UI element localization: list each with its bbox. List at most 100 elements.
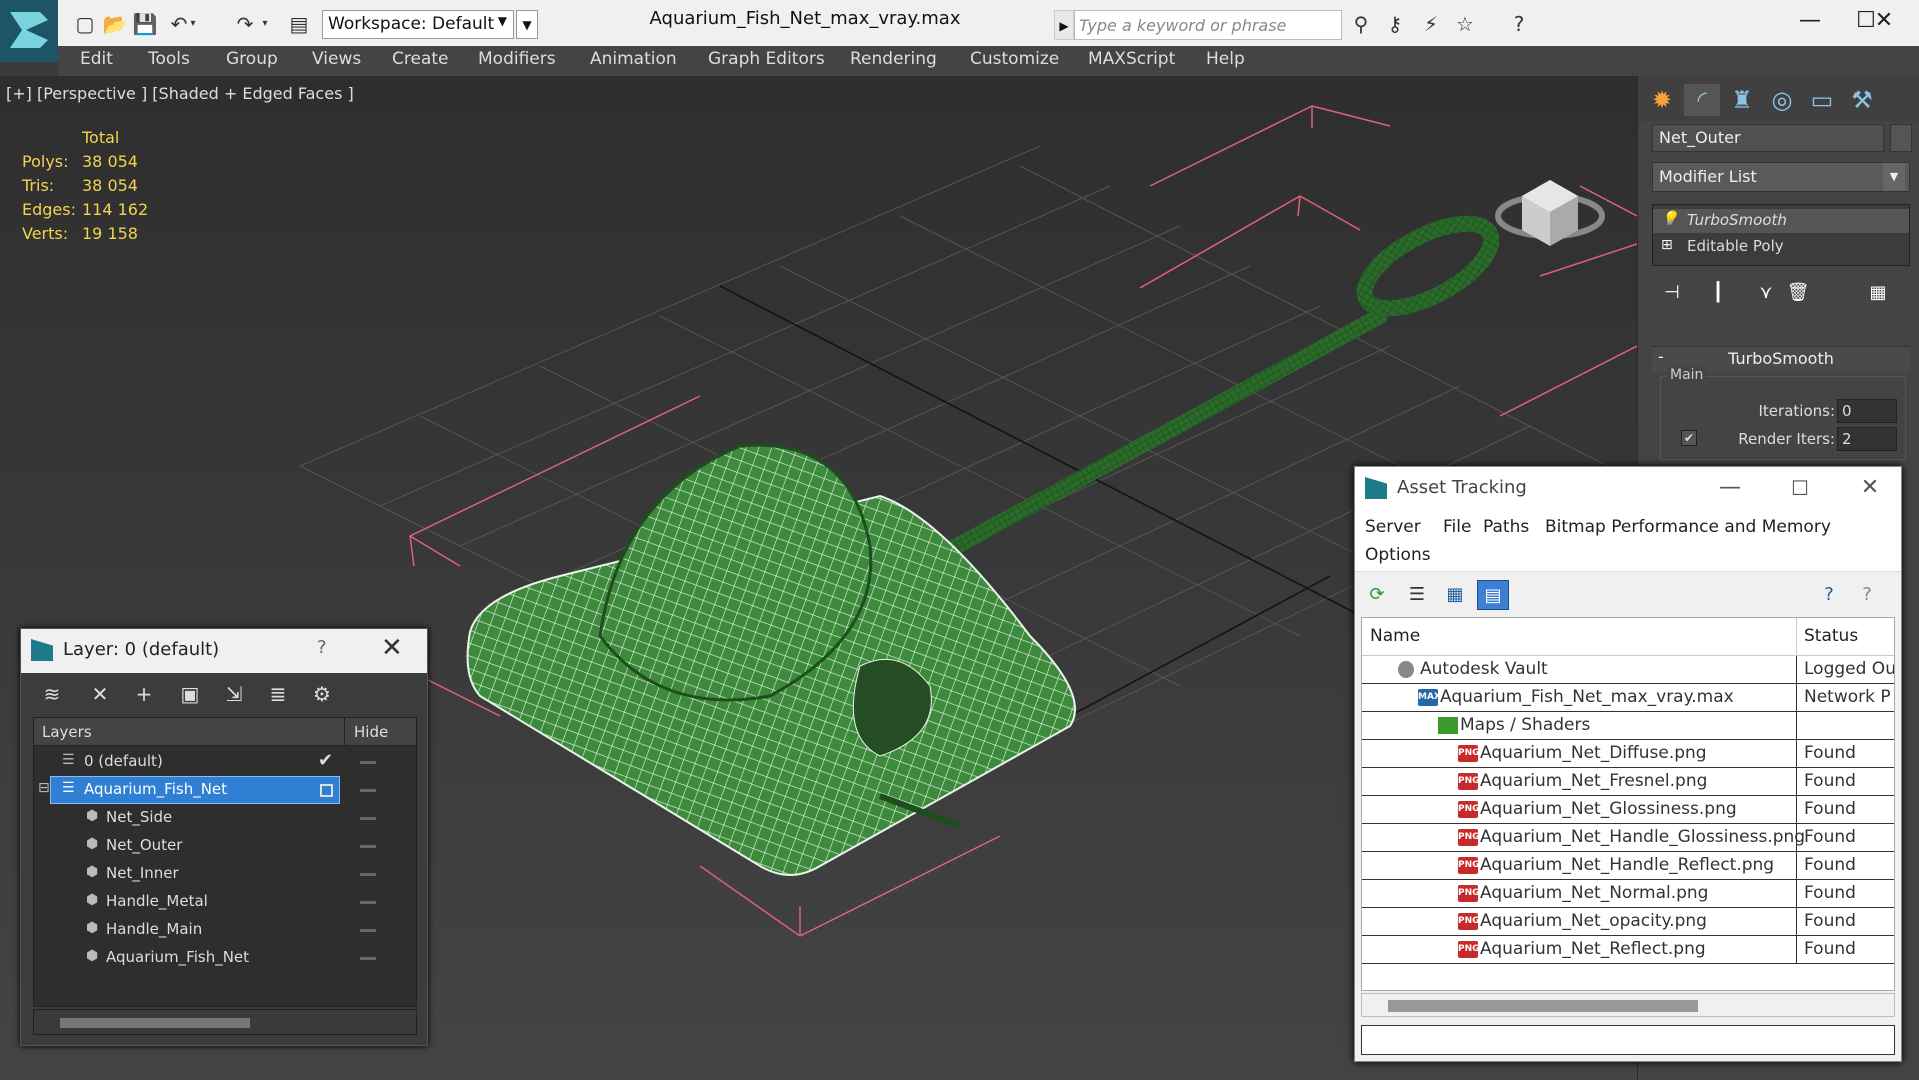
search-expand-button[interactable]: ▶ [1054,10,1074,40]
pin-stack-icon[interactable]: ⊣ [1656,278,1688,308]
modifier-list-dropdown[interactable]: Modifier List ▼ [1652,162,1910,192]
col-hide[interactable]: Hide [354,723,388,741]
hide-toggle[interactable] [360,845,376,848]
hide-toggle[interactable] [360,817,376,820]
menu-graph-editors[interactable]: Graph Editors [708,49,825,69]
create-layer-icon[interactable]: ≋ [37,679,67,709]
set-current-layer-icon[interactable]: ⚙ [307,679,337,709]
menu-tools[interactable]: Tools [148,49,190,69]
menu-rendering[interactable]: Rendering [850,49,937,69]
create-tab-icon[interactable]: ✹ [1644,84,1680,116]
column-divider[interactable] [344,718,345,746]
utilities-tab-icon[interactable]: ⚒ [1844,84,1880,116]
layer-object-row[interactable]: ⬢ Aquarium_Fish_Net [34,944,416,972]
horizontal-scrollbar[interactable] [33,1009,417,1035]
options-help-icon[interactable]: ? [1851,580,1883,610]
horizontal-scrollbar[interactable] [1361,993,1895,1017]
asset-path-field[interactable] [1361,1025,1895,1055]
current-layer-check-icon[interactable]: ✔ [318,750,333,771]
workspace-dropdown[interactable]: Workspace: Default ▼ [322,10,514,39]
asset-row[interactable]: PNG Aquarium_Net_Handle_Glossiness.png F… [1362,824,1894,852]
communication-center-icon[interactable]: ⚡ [1418,11,1444,37]
menu-bitmap-performance[interactable]: Bitmap Performance and Memory [1545,517,1831,537]
object-name-field[interactable]: Net_Outer [1652,124,1884,152]
display-tab-icon[interactable]: ▭ [1804,84,1840,116]
stack-item-turbosmooth[interactable]: 💡 TurboSmooth [1653,209,1909,233]
layer-dialog-titlebar[interactable]: Layer: 0 (default) ? ✕ [21,629,427,673]
hide-toggle[interactable] [360,957,376,960]
close-button[interactable]: ✕ [381,633,403,663]
layer-row[interactable]: ☰ 0 (default) ✔ [34,748,416,776]
asset-row[interactable]: PNG Aquarium_Net_Reflect.png Found [1362,936,1894,964]
thumbnail-view-icon[interactable]: ▦ [1439,580,1471,610]
hide-toggle[interactable] [360,901,376,904]
key-icon[interactable]: ⚷ [1382,11,1408,37]
asset-row[interactable]: MAX Aquarium_Fish_Net_max_vray.max Netwo… [1362,684,1894,712]
layer-row-selected[interactable]: ⊟ ☰ Aquarium_Fish_Net [34,776,416,804]
asset-row[interactable]: PNG Aquarium_Net_Fresnel.png Found [1362,768,1894,796]
maximize-button[interactable]: ☐ [1773,471,1827,505]
layer-object-row[interactable]: ⬢ Net_Outer [34,832,416,860]
asset-row[interactable]: PNG Aquarium_Net_Diffuse.png Found [1362,740,1894,768]
remove-modifier-icon[interactable]: 🗑 [1782,278,1814,308]
redo-dropdown-icon[interactable]: ▾ [258,11,272,37]
menu-group[interactable]: Group [226,49,278,69]
stack-item-editable-poly[interactable]: ⊞ Editable Poly [1653,235,1909,259]
menu-customize[interactable]: Customize [970,49,1059,69]
asset-row[interactable]: PNG Aquarium_Net_Handle_Reflect.png Foun… [1362,852,1894,880]
menu-animation[interactable]: Animation [590,49,677,69]
show-end-result-icon[interactable]: ┃ [1702,278,1734,308]
hide-toggle[interactable] [360,761,376,764]
layer-object-row[interactable]: ⬢ Net_Side [34,804,416,832]
asset-row[interactable]: PNG Aquarium_Net_opacity.png Found [1362,908,1894,936]
help-icon[interactable]: ? [1506,11,1532,37]
favorites-star-icon[interactable]: ☆ [1452,11,1478,37]
close-button[interactable]: ✕ [1854,4,1914,38]
workspace-menu-button[interactable]: ▼ [516,10,538,39]
hide-toggle[interactable] [360,929,376,932]
asset-dialog-titlebar[interactable]: Asset Tracking — ☐ ✕ [1355,467,1901,511]
menu-maxscript[interactable]: MAXScript [1088,49,1175,69]
current-layer-checkbox[interactable] [320,784,333,797]
save-icon[interactable]: 💾 [132,11,158,37]
undo-dropdown-icon[interactable]: ▾ [186,11,200,37]
object-color-swatch[interactable] [1890,124,1912,152]
open-file-icon[interactable]: 📂 [102,11,128,37]
list-view-icon[interactable]: ☰ [1401,580,1433,610]
minimize-button[interactable]: — [1703,471,1757,505]
column-divider[interactable] [1796,618,1797,656]
select-layer-icon[interactable]: ⇲ [219,679,249,709]
viewport-label-menu[interactable]: [+] [Perspective ] [Shaded + Edged Faces… [6,84,354,103]
asset-row[interactable]: PNG Aquarium_Net_Normal.png Found [1362,880,1894,908]
col-name[interactable]: Name [1370,626,1420,646]
lightbulb-icon[interactable]: 💡 [1661,211,1678,227]
hierarchy-tab-icon[interactable]: ♜ [1724,84,1760,116]
new-file-icon[interactable]: ▢ [72,11,98,37]
configure-sets-icon[interactable]: ▦ [1862,278,1894,308]
app-logo-button[interactable] [0,0,58,62]
menu-help[interactable]: Help [1206,49,1245,69]
hide-toggle[interactable] [360,873,376,876]
render-iters-spinner[interactable]: 2 [1837,427,1897,451]
asset-row[interactable]: Maps / Shaders [1362,712,1894,740]
help-icon[interactable]: ? [1813,580,1845,610]
iterations-spinner[interactable]: 0 [1837,399,1897,423]
refresh-icon[interactable]: ⟳ [1361,580,1393,610]
minimize-button[interactable]: — [1780,4,1840,38]
scrollbar-thumb[interactable] [60,1018,250,1028]
col-status[interactable]: Status [1804,626,1858,646]
asset-row[interactable]: Autodesk Vault Logged Ou [1362,656,1894,684]
menu-server[interactable]: Server [1365,517,1421,537]
help-button[interactable]: ? [317,637,327,658]
binoculars-icon[interactable]: ⚲ [1348,11,1374,37]
collapse-minus-icon[interactable]: ⊟ [38,780,50,796]
asset-row[interactable]: PNG Aquarium_Net_Glossiness.png Found [1362,796,1894,824]
add-to-layer-icon[interactable]: + [129,679,159,709]
highlight-layers-icon[interactable]: ≣ [263,679,293,709]
layer-object-row[interactable]: ⬢ Handle_Metal [34,888,416,916]
make-unique-icon[interactable]: ⋎ [1750,278,1782,308]
select-objects-icon[interactable]: ▣ [175,679,205,709]
project-folder-icon[interactable]: ▤ [286,11,312,37]
redo-icon[interactable]: ↷ [232,11,258,37]
menu-file[interactable]: File [1443,517,1471,537]
